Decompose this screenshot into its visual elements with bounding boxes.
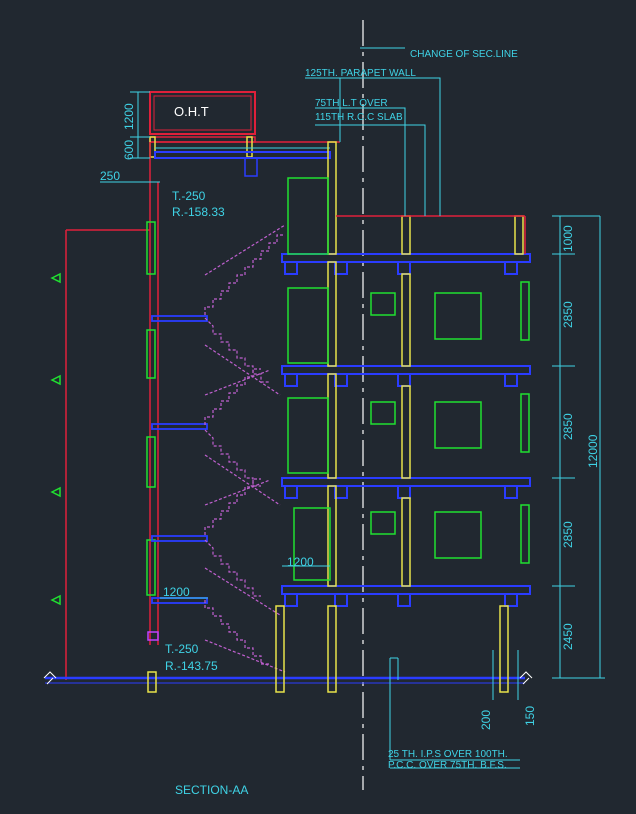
bottom-level-t: T.-250 [165,642,199,656]
overhead-tank: O.H.T [149,91,340,158]
dim-total: 12000 [586,434,600,468]
dim-oht-base: 600 [122,140,136,160]
dim-ground-offset-2: 150 [523,706,537,726]
parapet-wall [336,215,526,254]
staircase-flights [204,224,286,673]
stair-windows [50,221,156,606]
dim-floor-3: 2850 [561,521,575,548]
rcc-slab-label: 115TH R.C.C SLAB [315,112,403,123]
room-openings [287,177,530,581]
change-of-section-line-label: CHANGE OF SEC.LINE [410,49,518,60]
dim-overhang: 250 [100,169,120,183]
bottom-level-r: R.-143.75 [165,659,218,673]
dim-plinth: 2450 [561,623,575,650]
lintel-label: 75TH L.T OVER [315,98,388,109]
top-level-r: R.-158.33 [172,205,225,219]
dim-parapet: 1000 [561,225,575,252]
dim-floor-1: 2850 [561,301,575,328]
dim-floor-2: 2850 [561,413,575,440]
dim-landing-2: 1200 [287,555,314,569]
section-title: SECTION-AA [175,783,248,797]
dim-oht-height: 1200 [122,103,136,130]
section-drawing: O.H.T CHANGE OF SEC.LINE 125TH. PARAPET … [43,20,605,797]
columns [147,141,524,693]
oht-label: O.H.T [174,104,209,119]
ips-note-line2: P.C.C. OVER 75TH. B.F.S. [388,760,507,771]
ips-note-line1: 25 TH. I.P.S OVER 100TH. [388,749,508,760]
dim-landing-1: 1200 [163,585,190,599]
roof-slab [154,147,331,177]
dim-ground-offset-1: 200 [479,710,493,730]
stair-landings [151,315,208,604]
parapet-label: 125TH. PARAPET WALL [305,68,416,79]
top-level-t: T.-250 [172,189,206,203]
left-outer-wall [65,142,159,680]
